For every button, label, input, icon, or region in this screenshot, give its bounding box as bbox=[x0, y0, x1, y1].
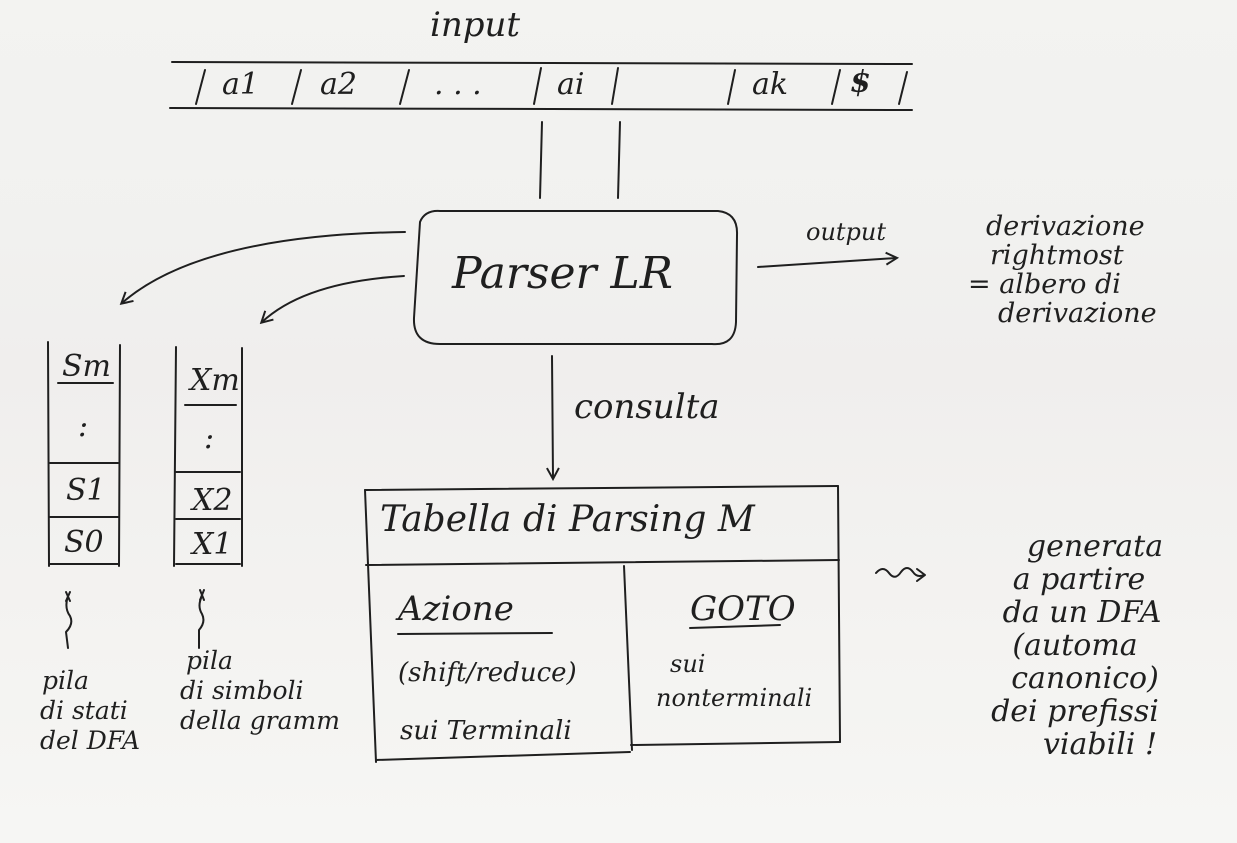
table-title: Tabella di Parsing M bbox=[380, 499, 755, 540]
input-cell: a1 bbox=[222, 67, 259, 102]
caption-line: di simboli bbox=[180, 676, 304, 705]
note-line: da un DFA bbox=[1002, 595, 1162, 630]
goto-scope: nonterminali bbox=[656, 684, 813, 712]
state-stack-cell: Sm bbox=[62, 349, 111, 384]
end-marker: $ bbox=[850, 65, 871, 100]
state-stack-caption: pila di stati del DFA bbox=[40, 666, 140, 756]
consult-arrow bbox=[552, 355, 553, 478]
arrow-to-state-stack bbox=[122, 231, 406, 303]
input-label: input bbox=[430, 5, 521, 45]
note-line: viabili ! bbox=[1042, 727, 1157, 762]
state-stack-cell: S0 bbox=[64, 525, 104, 560]
note-line: a partire bbox=[1012, 562, 1146, 597]
goto-subtitle: sui bbox=[670, 650, 706, 678]
input-cell: . . . bbox=[434, 67, 482, 102]
generated-note: generata a partire da un DFA (automa can… bbox=[940, 530, 1210, 761]
read-head-right bbox=[617, 121, 621, 199]
output-line: rightmost bbox=[990, 240, 1124, 272]
output-line: derivazione bbox=[986, 211, 1145, 242]
state-stack-pointer bbox=[65, 591, 73, 649]
note-line: (automa bbox=[1012, 628, 1138, 663]
caption-line: di stati bbox=[40, 696, 128, 725]
symbol-stack-cell: X1 bbox=[192, 527, 233, 562]
note-line: generata bbox=[1026, 529, 1164, 564]
symbol-stack-cell: : bbox=[204, 421, 215, 456]
note-line: dei prefissi bbox=[991, 694, 1159, 729]
input-cell: ai bbox=[557, 67, 585, 102]
input-tape bbox=[169, 61, 913, 111]
caption-line: della gramm bbox=[180, 706, 340, 735]
output-label: output bbox=[806, 218, 887, 246]
symbol-stack-pointer bbox=[198, 589, 205, 649]
symbol-stack-caption: pila di simboli della gramm bbox=[180, 646, 340, 736]
output-line: = albero di bbox=[968, 269, 1121, 301]
output-arrow bbox=[757, 258, 896, 268]
action-title: Azione bbox=[398, 589, 514, 629]
output-description: derivazione rightmost = albero di deriva… bbox=[968, 212, 1188, 329]
input-cell: a2 bbox=[320, 67, 357, 102]
consult-label: consulta bbox=[574, 387, 720, 427]
symbol-stack-cell: X2 bbox=[192, 483, 233, 518]
caption-line: pila bbox=[186, 646, 233, 675]
symbol-stack-cell: Xm bbox=[190, 363, 240, 398]
action-scope: sui Terminali bbox=[400, 716, 572, 746]
action-subtitle: (shift/reduce) bbox=[398, 658, 577, 688]
caption-line: pila bbox=[42, 666, 89, 695]
output-line: derivazione bbox=[998, 298, 1157, 330]
goto-title: GOTO bbox=[690, 589, 796, 629]
note-line: canonico) bbox=[1011, 661, 1159, 696]
input-cell: ak bbox=[752, 67, 789, 102]
read-head-left bbox=[539, 121, 543, 199]
state-stack-cell: : bbox=[78, 409, 89, 444]
arrow-to-symbol-stack bbox=[262, 275, 405, 322]
parser-label: Parser LR bbox=[452, 248, 673, 299]
caption-line: del DFA bbox=[40, 726, 141, 755]
state-stack-cell: S1 bbox=[66, 473, 106, 508]
